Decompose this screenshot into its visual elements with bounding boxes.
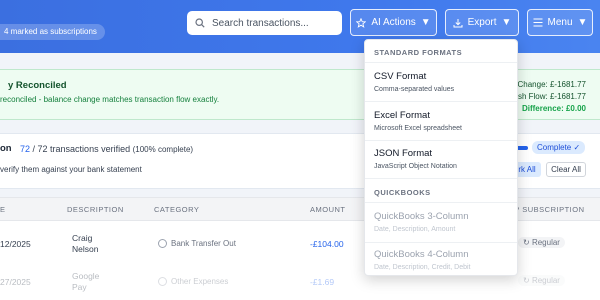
verified-percent: (100% complete) — [132, 145, 194, 154]
refresh-icon: ↻ — [523, 276, 530, 285]
col-category[interactable]: CATEGORY — [154, 205, 199, 214]
export-label: Export — [467, 17, 497, 28]
row-description: Google Pay — [72, 271, 99, 293]
option-title: CSV Format — [374, 71, 427, 82]
download-icon — [453, 18, 463, 27]
verified-count: 72 / 72 transactions verified (100% comp… — [20, 144, 193, 154]
subscriptions-marked-badge: 4 marked as subscriptions — [0, 24, 105, 40]
divider — [365, 178, 517, 179]
divider — [365, 140, 517, 141]
subscription-status[interactable]: ↻ Regular — [518, 275, 565, 286]
divider — [365, 62, 517, 63]
col-description[interactable]: DESCRIPTION — [67, 205, 124, 214]
ai-actions-button[interactable]: AI Actions ▼ — [350, 9, 437, 36]
row-description-line1: Google — [72, 271, 100, 281]
export-quickbooks-4-column-option[interactable]: QuickBooks 4-Column Date, Description, C… — [365, 249, 517, 275]
star-icon — [356, 17, 367, 28]
category-icon — [158, 277, 167, 286]
option-subtitle: Date, Description, Credit, Debit — [374, 264, 471, 271]
reconciliation-subtitle: verify them against your bank statement — [0, 165, 142, 174]
row-date: 27/2025 — [0, 277, 31, 287]
row-category-label: Bank Transfer Out — [171, 239, 236, 248]
difference: Difference: £0.00 — [521, 104, 586, 113]
banner-title: y Reconciled — [8, 80, 67, 91]
export-button[interactable]: Export ▼ — [445, 9, 519, 36]
row-description-line2: Pay — [72, 282, 87, 292]
caret-down-icon: ▼ — [501, 17, 512, 28]
subscription-label: Regular — [531, 276, 560, 285]
option-subtitle: Microsoft Excel spreadsheet — [374, 125, 462, 132]
category-icon — [158, 239, 167, 248]
banner-subtitle: reconciled - balance change matches tran… — [0, 95, 220, 104]
caret-down-icon: ▼ — [420, 17, 431, 28]
verified-number: 72 — [20, 144, 31, 154]
row-date: 12/2025 — [0, 239, 31, 249]
reconciliation-title: on — [0, 143, 12, 154]
clear-all-button[interactable]: Clear All — [546, 162, 586, 177]
divider — [365, 242, 517, 243]
option-title: JSON Format — [374, 148, 433, 159]
hamburger-icon — [533, 18, 543, 27]
quickbooks-heading: QUICKBOOKS — [374, 188, 431, 197]
menu-label: Menu — [547, 17, 573, 28]
search-input[interactable] — [212, 17, 332, 29]
divider — [365, 101, 517, 102]
option-title: QuickBooks 4-Column — [374, 249, 469, 260]
balance-change: Change: £-1681.77 — [517, 80, 587, 89]
row-category: Bank Transfer Out — [158, 239, 236, 248]
cash-flow: ash Flow: £-1681.77 — [513, 92, 587, 101]
option-title: QuickBooks 3-Column — [374, 211, 469, 222]
complete-badge: Complete ✓ — [532, 141, 586, 154]
ai-actions-label: AI Actions — [371, 17, 416, 28]
row-amount: -£1.69 — [310, 277, 335, 287]
menu-button[interactable]: Menu ▼ — [527, 9, 593, 36]
standard-formats-heading: STANDARD FORMATS — [374, 48, 463, 57]
row-description: Craig Nelson — [72, 233, 98, 255]
refresh-icon: ↻ — [523, 238, 530, 247]
col-amount[interactable]: AMOUNT — [310, 205, 346, 214]
option-subtitle: JavaScript Object Notation — [374, 163, 457, 170]
row-description-line1: Craig — [72, 233, 93, 243]
row-category-label: Other Expenses — [171, 277, 229, 286]
row-description-line2: Nelson — [72, 244, 99, 254]
search-icon — [195, 18, 205, 28]
search-box[interactable] — [187, 11, 342, 35]
option-title: Excel Format — [374, 110, 430, 121]
subscription-status[interactable]: ↻ Regular — [518, 237, 565, 248]
col-date[interactable]: E — [0, 205, 6, 214]
verified-total: / 72 transactions verified — [32, 144, 131, 154]
export-dropdown: STANDARD FORMATS CSV Format Comma-separa… — [364, 39, 518, 276]
option-subtitle: Comma-separated values — [374, 86, 455, 93]
divider — [365, 202, 517, 203]
row-category: Other Expenses — [158, 277, 228, 286]
row-amount: -£104.00 — [310, 239, 344, 249]
option-subtitle: Date, Description, Amount — [374, 226, 456, 233]
subscription-label: Regular — [531, 238, 560, 247]
caret-down-icon: ▼ — [577, 17, 588, 28]
col-subscription[interactable]: ? SUBSCRIPTION — [515, 205, 585, 214]
